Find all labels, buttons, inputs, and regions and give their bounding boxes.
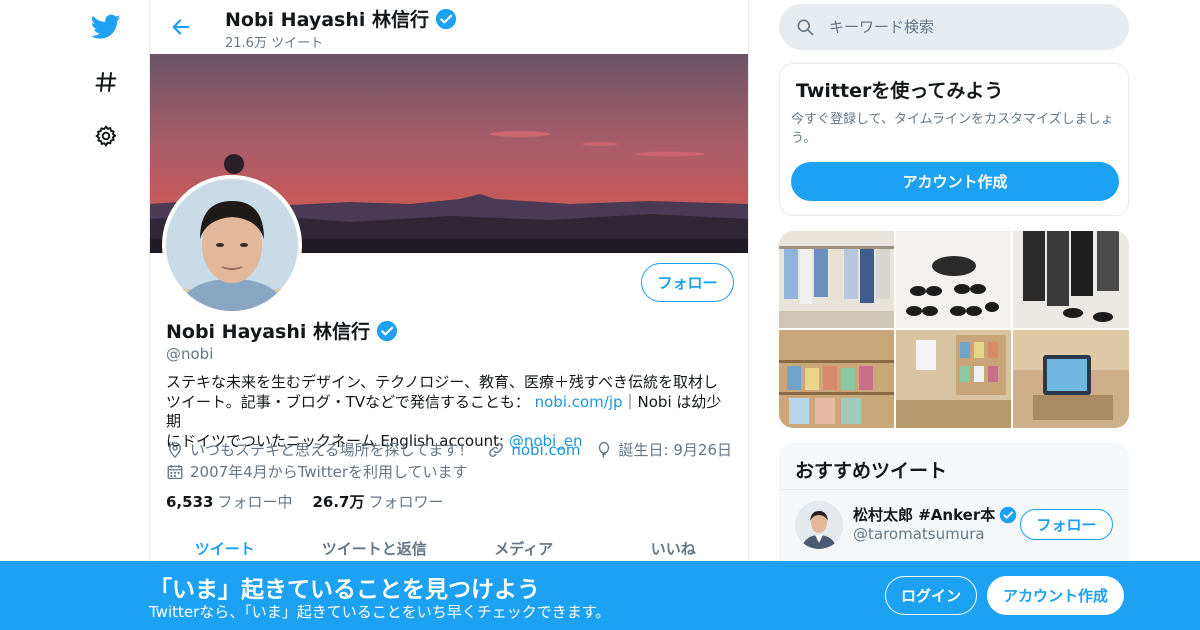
tab-media[interactable]: メディア bbox=[449, 538, 599, 559]
tab-likes[interactable]: いいね bbox=[599, 538, 749, 559]
settings-button[interactable] bbox=[88, 118, 124, 154]
paper-sign-photo bbox=[1013, 330, 1129, 428]
media-thumbnail[interactable] bbox=[1013, 231, 1129, 328]
tweet-count: 21.6万 ツイート bbox=[225, 36, 324, 51]
bottom-bar-title: 「いま」起きていることを見つけよう bbox=[149, 577, 540, 603]
signup-card-title: Twitterを使ってみよう bbox=[796, 80, 1004, 102]
recommended-follow-button[interactable]: フォロー bbox=[1020, 509, 1113, 540]
follow-stats: 6,533 フォロー中 26.7万 フォロワー bbox=[166, 491, 444, 512]
following-label: フォロー中 bbox=[217, 493, 293, 511]
link-icon bbox=[489, 442, 504, 457]
avatar-image bbox=[795, 501, 843, 549]
media-thumbnail[interactable] bbox=[896, 330, 1011, 428]
back-arrow-icon bbox=[172, 19, 190, 35]
website-link[interactable]: nobi.com bbox=[511, 441, 580, 459]
joined-text: 2007年4月からTwitterを利用しています bbox=[190, 463, 468, 481]
page: Nobi Hayashi 林信行 21.6万 ツイート フォロー Nobi Ha… bbox=[0, 0, 1200, 630]
follow-button[interactable]: フォロー bbox=[641, 263, 734, 302]
bookshelf-photo bbox=[779, 330, 894, 428]
following-count: 6,533 bbox=[166, 493, 214, 511]
signup-card-text: 今すぐ登録して、タイムラインをカスタマイズしましょう。 bbox=[791, 112, 1114, 146]
divider bbox=[779, 489, 1129, 490]
login-button[interactable]: ログイン bbox=[885, 576, 977, 615]
coats-photo bbox=[1013, 231, 1129, 328]
media-thumbnail[interactable] bbox=[779, 231, 894, 328]
profile-name-text: Nobi Hayashi 林信行 bbox=[166, 321, 370, 343]
twitter-bird-icon bbox=[91, 14, 121, 39]
joined-item: 2007年4月からTwitterを利用しています bbox=[166, 461, 468, 482]
bottom-signup-bar: 「いま」起きていることを見つけよう Twitterなら、「いま」起きていることを… bbox=[0, 561, 1200, 630]
media-thumbnail[interactable] bbox=[779, 330, 894, 428]
bio-line-1: ステキな未来を生むデザイン、テクノロジー、教育、医療＋残すべき伝統を取材し bbox=[166, 373, 719, 391]
profile-tabs: ツイート ツイートと返信 メディア いいね bbox=[150, 538, 748, 559]
back-button[interactable] bbox=[166, 12, 196, 42]
recommended-user-name: 松村太郎 #Anker本 bbox=[853, 504, 1017, 525]
profile-meta-row-1: いつもステキと思える場所を探してます！ nobi.com 誕生日: 9月26日 bbox=[166, 439, 746, 460]
sunglasses-photo bbox=[896, 231, 1011, 328]
twitter-home-button[interactable] bbox=[88, 9, 124, 45]
media-gallery bbox=[779, 231, 1129, 428]
location-text: いつもステキと思える場所を探してます！ bbox=[190, 441, 474, 459]
signup-button[interactable]: アカウント作成 bbox=[987, 576, 1124, 615]
birthday-text: 誕生日: 9月26日 bbox=[618, 441, 732, 459]
signup-card: Twitterを使ってみよう 今すぐ登録して、タイムラインをカスタマイズしましょ… bbox=[779, 63, 1129, 216]
calendar-icon bbox=[167, 464, 183, 479]
profile-avatar[interactable] bbox=[162, 175, 302, 315]
bio-line-2-text: ツイート。記事・ブログ・TVなどで発信することも： bbox=[166, 392, 530, 411]
profile-column: Nobi Hayashi 林信行 21.6万 ツイート フォロー Nobi Ha… bbox=[149, 0, 749, 630]
recommended-tweets: おすすめツイート 松村太郎 #Anker本 @taromatsumura フォロ… bbox=[779, 443, 1129, 573]
recommended-user-avatar[interactable] bbox=[795, 501, 843, 549]
create-account-button[interactable]: アカウント作成 bbox=[791, 162, 1119, 201]
location-pin-icon bbox=[169, 441, 181, 458]
following-stat[interactable]: 6,533 フォロー中 bbox=[166, 491, 292, 512]
header-name-text: Nobi Hayashi 林信行 bbox=[225, 9, 429, 31]
followers-stat[interactable]: 26.7万 フォロワー bbox=[312, 491, 443, 512]
website-item: nobi.com bbox=[487, 441, 581, 459]
recommended-user-name-text: 松村太郎 #Anker本 bbox=[853, 506, 996, 524]
gear-icon bbox=[95, 125, 117, 147]
location-item: いつもステキと思える場所を探してます！ bbox=[166, 439, 473, 460]
recommended-title: おすすめツイート bbox=[795, 460, 948, 482]
recommended-user-handle: @taromatsumura bbox=[853, 525, 985, 543]
avatar-image bbox=[166, 179, 298, 311]
bio-line-2: ツイート。記事・ブログ・TVなどで発信することも： nobi.com/jp｜No… bbox=[166, 393, 732, 432]
verified-badge-icon bbox=[435, 8, 457, 29]
profile-handle: @nobi bbox=[166, 345, 214, 363]
balloon-icon bbox=[598, 441, 609, 458]
store-shelf-photo bbox=[896, 330, 1011, 428]
search-box bbox=[779, 4, 1129, 50]
followers-count: 26.7万 bbox=[312, 493, 365, 511]
clothing-rack-photo bbox=[779, 231, 894, 328]
header-name: Nobi Hayashi 林信行 bbox=[225, 5, 457, 32]
tab-tweets-and-replies[interactable]: ツイートと返信 bbox=[300, 538, 450, 559]
explore-button[interactable] bbox=[88, 64, 124, 100]
search-icon bbox=[797, 19, 814, 36]
bottom-bar-subtitle: Twitterなら、「いま」起きていることをいち早くチェックできます。 bbox=[149, 603, 611, 621]
profile-meta-row-2: 2007年4月からTwitterを利用しています bbox=[166, 461, 482, 482]
tab-tweets[interactable]: ツイート bbox=[150, 538, 300, 559]
search-input[interactable] bbox=[829, 18, 1109, 36]
media-thumbnail[interactable] bbox=[1013, 330, 1129, 428]
verified-badge-icon bbox=[999, 506, 1017, 523]
profile-header: Nobi Hayashi 林信行 21.6万 ツイート bbox=[150, 0, 748, 54]
bio-link-website[interactable]: nobi.com/jp bbox=[535, 393, 623, 411]
profile-name: Nobi Hayashi 林信行 bbox=[166, 317, 398, 344]
media-thumbnail[interactable] bbox=[896, 231, 1011, 328]
birthday-item: 誕生日: 9月26日 bbox=[595, 439, 732, 460]
followers-label: フォロワー bbox=[368, 493, 444, 511]
hashtag-icon bbox=[95, 72, 117, 92]
verified-badge-icon bbox=[376, 320, 398, 341]
